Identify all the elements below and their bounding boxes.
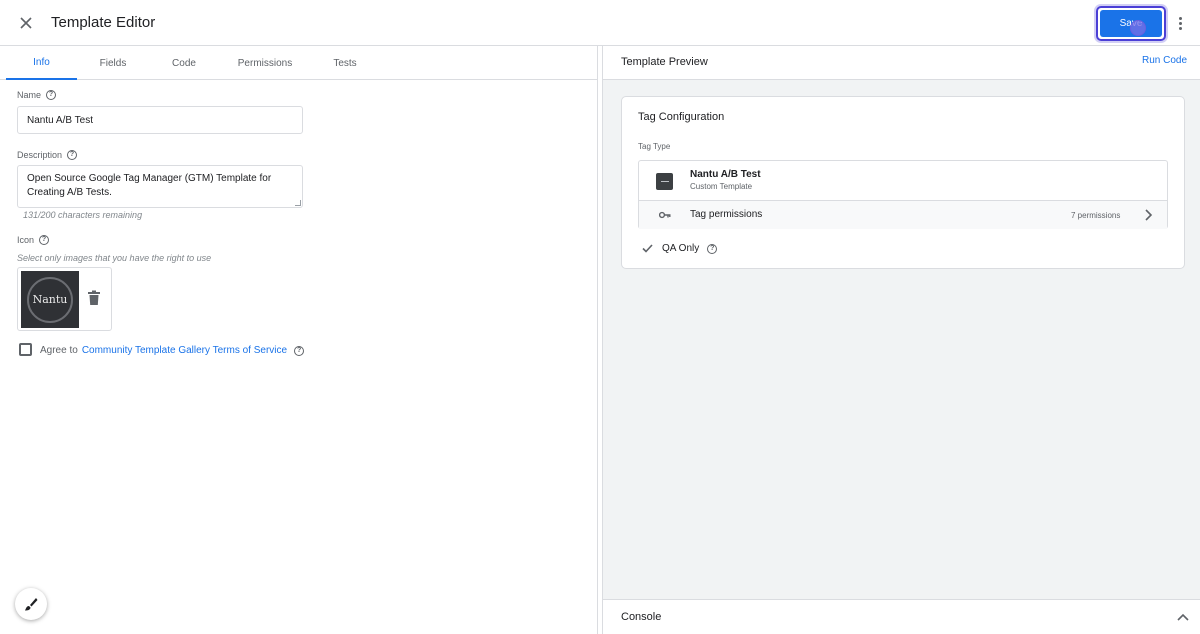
- qa-only-row: QA Only ?: [642, 243, 718, 254]
- terms-link[interactable]: Community Template Gallery Terms of Serv…: [82, 345, 287, 356]
- brush-icon: [25, 598, 38, 611]
- tag-permissions-row[interactable]: Tag permissions 7 permissions: [639, 201, 1167, 229]
- tab-info[interactable]: Info: [6, 46, 77, 80]
- preview-panel: Template Preview Run Code Tag Configurat…: [602, 46, 1200, 634]
- name-input[interactable]: Nantu A/B Test: [17, 106, 303, 134]
- tab-tests[interactable]: Tests: [315, 46, 375, 80]
- help-icon[interactable]: ?: [39, 235, 50, 245]
- description-label-row: Description ?: [17, 150, 78, 160]
- key-icon: [659, 211, 671, 219]
- name-label: Name: [17, 90, 42, 100]
- chevron-up-icon[interactable]: [1176, 611, 1190, 623]
- help-icon[interactable]: ?: [294, 345, 305, 356]
- console-panel[interactable]: Console: [603, 599, 1200, 634]
- help-icon[interactable]: ?: [67, 150, 78, 160]
- qa-only-label: QA Only: [662, 243, 700, 254]
- tag-type-row[interactable]: Nantu A/B Test Custom Template: [639, 161, 1167, 201]
- agree-terms-row: Agree to Community Template Gallery Term…: [40, 345, 305, 356]
- trash-icon: [88, 290, 100, 305]
- icon-label: Icon: [17, 235, 35, 245]
- tag-template-icon: [656, 173, 673, 190]
- close-icon: [20, 17, 32, 29]
- agree-prefix: Agree to: [40, 345, 78, 356]
- description-label: Description: [17, 150, 63, 160]
- preview-header: Template Preview Run Code: [603, 46, 1200, 80]
- tag-name: Nantu A/B Test: [690, 169, 761, 180]
- console-title: Console: [621, 611, 662, 623]
- icon-uploader: Nantu: [17, 267, 112, 331]
- pointer-cursor-indicator: [1130, 20, 1146, 36]
- preview-title: Template Preview: [621, 56, 708, 68]
- check-icon: [642, 244, 653, 253]
- resize-handle[interactable]: [295, 200, 301, 206]
- close-button[interactable]: [14, 11, 38, 35]
- run-code-button[interactable]: Run Code: [1142, 55, 1187, 66]
- agree-checkbox[interactable]: [19, 343, 32, 356]
- tag-type-box: Nantu A/B Test Custom Template Tag permi…: [638, 160, 1168, 229]
- chevron-right-icon: [1145, 209, 1153, 221]
- icon-label-row: Icon ?: [17, 235, 50, 245]
- more-options-button[interactable]: [1171, 11, 1189, 35]
- card-title: Tag Configuration: [638, 111, 725, 123]
- tag-permissions-label: Tag permissions: [690, 209, 763, 220]
- editor-tabs: Info Fields Code Permissions Tests: [0, 46, 598, 80]
- tab-permissions[interactable]: Permissions: [225, 46, 305, 80]
- save-button[interactable]: Save: [1100, 10, 1162, 37]
- top-bar: Template Editor Save: [0, 0, 1200, 46]
- more-vert-icon: [1178, 16, 1182, 20]
- tag-configuration-card: Tag Configuration Tag Type Nantu A/B Tes…: [621, 96, 1185, 269]
- page-title: Template Editor: [51, 14, 156, 31]
- feedback-fab-button[interactable]: [15, 588, 47, 620]
- tab-fields[interactable]: Fields: [79, 46, 147, 80]
- tag-kind: Custom Template: [690, 182, 753, 191]
- permissions-count: 7 permissions: [1071, 211, 1121, 220]
- template-icon-image[interactable]: Nantu: [21, 271, 79, 328]
- name-label-row: Name ?: [17, 90, 57, 100]
- delete-icon-button[interactable]: [87, 290, 101, 306]
- description-text: Open Source Google Tag Manager (GTM) Tem…: [27, 173, 272, 198]
- help-icon[interactable]: ?: [707, 243, 718, 254]
- tag-type-label: Tag Type: [638, 142, 671, 151]
- editor-panel: Info Fields Code Permissions Tests Name …: [0, 46, 598, 634]
- char-count: 131/200 characters remaining: [23, 210, 143, 220]
- tab-code[interactable]: Code: [150, 46, 218, 80]
- description-textarea[interactable]: Open Source Google Tag Manager (GTM) Tem…: [17, 165, 303, 208]
- icon-logo: Nantu: [27, 276, 73, 323]
- help-icon[interactable]: ?: [46, 90, 57, 100]
- save-button-focus-ring: Save: [1096, 6, 1166, 41]
- icon-hint: Select only images that you have the rig…: [17, 253, 212, 263]
- icon-logo-text: Nantu: [32, 293, 68, 306]
